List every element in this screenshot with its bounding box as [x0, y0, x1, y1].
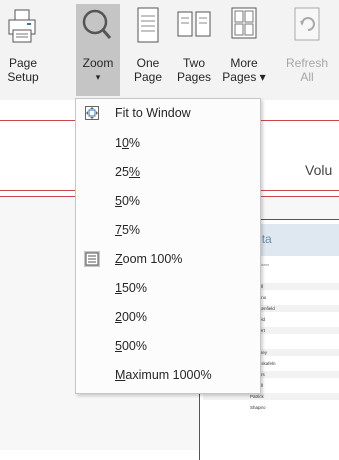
zoom-menu-item-label-text: 0%	[121, 194, 141, 208]
zoom-menu-item-label-text: oom 100%	[122, 252, 183, 266]
report-row-last-name: Patrick	[250, 394, 264, 399]
zoom-menu-item-access-key: 2	[115, 310, 122, 324]
zoom-menu-item[interactable]: 150%	[76, 276, 260, 300]
zoom-menu-item[interactable]: 50%	[76, 189, 260, 213]
zoom-menu-item-access-key: %	[128, 165, 141, 179]
page-setup-label-2: Setup	[7, 70, 39, 84]
zoom-dropdown-caret: ▾	[95, 72, 101, 82]
zoom-menu-item[interactable]: 500%	[76, 334, 260, 358]
more-pages-icon	[231, 7, 257, 39]
one-page-label-1: One	[136, 56, 160, 70]
zoom-menu-item-label-text: 5%	[121, 223, 141, 237]
zoom-menu-item[interactable]: Fit to Window	[76, 101, 260, 125]
refresh-label-1: Refresh	[285, 56, 329, 70]
zoom-menu-item-access-key: 0	[121, 136, 129, 150]
page-setup-label-1: Page	[8, 56, 38, 70]
report-row-band	[203, 393, 339, 400]
page-setup-button[interactable]: Page Setup	[4, 4, 42, 96]
zoom-button[interactable]: Zoom ▾	[76, 4, 120, 96]
one-page-label-2: Page	[133, 70, 163, 84]
two-pages-label-1: Two	[182, 56, 205, 70]
zoom-menu-item-access-key: Z	[115, 252, 123, 266]
zoom-menu-item-label-text: 00%	[121, 310, 147, 324]
page-setup-icon	[8, 9, 36, 43]
zoom-menu-item-label: Fit to Window	[115, 101, 191, 125]
zoom-menu-item-label-text: %	[128, 136, 141, 150]
fit-to-window-icon	[84, 105, 100, 121]
report-row-last-name: Shapiro	[250, 405, 266, 410]
zoom-menu-item-label-text: 00%	[121, 339, 147, 353]
magnifier-icon	[82, 9, 112, 39]
zoom-menu-item[interactable]: 25%	[76, 160, 260, 184]
more-pages-button[interactable]: More Pages ▾	[220, 4, 268, 96]
refresh-label-2: All	[300, 70, 314, 84]
one-page-icon	[137, 7, 159, 43]
zoom-menu-item-label-text: aximum 1000%	[125, 368, 212, 382]
two-pages-icon	[177, 11, 211, 37]
zoom-menu-item-label: 10%	[115, 131, 140, 155]
zoom-menu-item[interactable]: 200%	[76, 305, 260, 329]
zoom-menu-item-label-text: 50%	[121, 281, 147, 295]
zoom-menu-item[interactable]: 10%	[76, 131, 260, 155]
zoom-menu-item-label: 500%	[115, 334, 147, 358]
zoom-menu-item-access-key: M	[115, 368, 126, 382]
zoom-label: Zoom	[82, 56, 114, 70]
more-pages-label-2: Pages ▾	[222, 70, 266, 84]
zoom-100-icon	[84, 251, 100, 267]
report-row-band	[203, 404, 339, 411]
report-header-text: Volu	[305, 162, 333, 178]
zoom-menu-item[interactable]: 75%	[76, 218, 260, 242]
zoom-menu-item[interactable]: Zoom 100%	[76, 247, 260, 271]
zoom-menu-item-label: Zoom 100%	[115, 247, 182, 271]
zoom-menu-item-access-key: 5	[115, 194, 122, 208]
zoom-menu-item-access-key: 5	[115, 339, 122, 353]
zoom-menu-item-label-text: 25	[115, 165, 129, 179]
zoom-menu-item-access-key: 7	[115, 223, 122, 237]
zoom-menu-item-label: 75%	[115, 218, 140, 242]
zoom-menu-item[interactable]: Maximum 1000%	[76, 363, 260, 387]
ribbon: Page Setup Zoom ▾ One Page Two Pages Mor…	[0, 0, 339, 101]
zoom-menu: Fit to Window 10% 25% 50% 75% Zoom 100% 150% 20…	[75, 98, 261, 394]
zoom-menu-item-access-key: 1	[115, 281, 122, 295]
zoom-menu-item-label-text: Fit to Window	[115, 106, 191, 120]
zoom-menu-item-label-text: 1	[115, 136, 122, 150]
zoom-menu-item-label: 50%	[115, 189, 140, 213]
two-pages-button[interactable]: Two Pages	[174, 4, 214, 96]
refresh-icon	[294, 7, 320, 41]
zoom-menu-item-label: 200%	[115, 305, 147, 329]
zoom-menu-item-label: 25%	[115, 160, 140, 184]
two-pages-label-2: Pages	[176, 70, 212, 84]
refresh-all-button[interactable]: Refresh All	[282, 4, 332, 96]
zoom-menu-item-label: 150%	[115, 276, 147, 300]
one-page-button[interactable]: One Page	[128, 4, 168, 96]
zoom-menu-item-label: Maximum 1000%	[115, 363, 212, 387]
more-pages-label-1: More	[230, 56, 258, 70]
